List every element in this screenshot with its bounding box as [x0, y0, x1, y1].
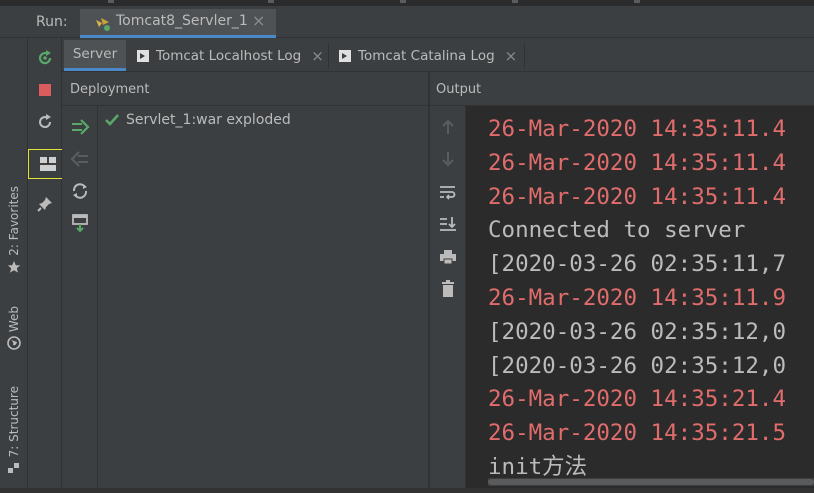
scroll-up-icon: [430, 114, 466, 140]
star-icon: [7, 260, 21, 273]
favorites-tool-button[interactable]: 2: Favorites: [0, 186, 28, 274]
log-icon: [339, 49, 351, 62]
window-bottom-edge: [0, 488, 814, 493]
output-toolbar: [430, 106, 466, 493]
scroll-down-icon: [430, 146, 466, 172]
globe-icon: [7, 336, 21, 350]
tab-server[interactable]: Server: [64, 40, 126, 71]
structure-icon: [8, 463, 19, 474]
run-actions-toolbar: [28, 38, 68, 493]
run-tab-label: Tomcat8_Servler_1: [116, 13, 248, 29]
pin-icon[interactable]: [28, 191, 62, 217]
output-header-label: Output: [436, 82, 482, 97]
tab-server-label: Server: [72, 46, 118, 62]
soft-wrap-icon[interactable]: [430, 179, 466, 205]
console-line: 26-Mar-2020 14:35:11.9: [488, 285, 787, 311]
web-tool-button[interactable]: Web: [0, 306, 28, 350]
log-icon: [137, 49, 149, 62]
tab-tomcat-localhost-log[interactable]: Tomcat Localhost Log ×: [132, 40, 326, 71]
server-log-tabs: Server Tomcat Localhost Log × Tomcat Cat…: [62, 38, 814, 72]
deployment-header: Deployment: [62, 72, 428, 106]
refresh-icon[interactable]: [28, 109, 62, 135]
trash-icon[interactable]: [430, 276, 466, 302]
print-icon[interactable]: [430, 244, 466, 270]
close-icon[interactable]: ×: [252, 11, 265, 30]
console-output[interactable]: 26-Mar-2020 14:35:11.4 26-Mar-2020 14:35:…: [466, 106, 814, 493]
horizontal-scrollbar[interactable]: [488, 478, 814, 486]
deployment-toolbar: [62, 106, 98, 493]
console-line: 26-Mar-2020 14:35:21.5: [488, 420, 787, 447]
console-line: [2020-03-26 02:35:11,7: [488, 251, 787, 278]
rerun-icon[interactable]: [28, 45, 62, 71]
console-line: 26-Mar-2020 14:35:21.4: [488, 386, 787, 413]
output-header: Output: [430, 72, 814, 106]
tab-label: Tomcat Catalina Log: [358, 47, 495, 64]
run-tool-window: Run: Tomcat8_Servler_1 × 2: Favorites We…: [0, 0, 814, 493]
tab-tomcat-catalina-log[interactable]: Tomcat Catalina Log ×: [334, 40, 520, 71]
stop-icon[interactable]: [28, 77, 62, 103]
console-line: [2020-03-26 02:35:12,0: [488, 352, 787, 379]
deploy-artifact-icon[interactable]: [62, 210, 98, 236]
sync-icon[interactable]: [62, 178, 98, 204]
tomcat-icon: [94, 14, 112, 32]
deployment-item-label: Servlet_1:war exploded: [126, 112, 291, 128]
undeploy-icon: [62, 146, 98, 172]
list-item[interactable]: Servlet_1:war exploded: [104, 112, 291, 128]
run-config-tab[interactable]: Tomcat8_Servler_1 ×: [80, 9, 276, 38]
close-icon[interactable]: ×: [311, 47, 324, 65]
console-line: 26-Mar-2020 14:35:11.4: [488, 149, 787, 176]
web-label: Web: [7, 306, 21, 333]
favorites-label: 2: Favorites: [7, 186, 21, 256]
console-line: 26-Mar-2020 14:35:11.4: [488, 183, 787, 210]
run-label: Run:: [36, 14, 68, 30]
run-bar: Run: Tomcat8_Servler_1 ×: [0, 6, 814, 38]
scrollbar-thumb[interactable]: [488, 479, 814, 485]
deploy-all-icon[interactable]: [62, 114, 98, 140]
deployment-header-label: Deployment: [70, 82, 150, 97]
console-line: [2020-03-26 02:35:12,0: [488, 318, 787, 345]
tab-label: Tomcat Localhost Log: [156, 47, 302, 64]
close-icon[interactable]: ×: [505, 47, 518, 65]
console-line: Connected to server: [488, 217, 746, 244]
console-line: 26-Mar-2020 14:35:11.4: [488, 116, 787, 142]
deployment-list: Servlet_1:war exploded: [98, 106, 428, 493]
left-tool-strip: 2: Favorites Web 7: Structure: [0, 38, 28, 493]
structure-tool-button[interactable]: 7: Structure: [0, 386, 28, 475]
scroll-to-end-icon[interactable]: [430, 211, 466, 237]
structure-label: 7: Structure: [7, 386, 21, 458]
checkmark-icon: [105, 114, 119, 126]
